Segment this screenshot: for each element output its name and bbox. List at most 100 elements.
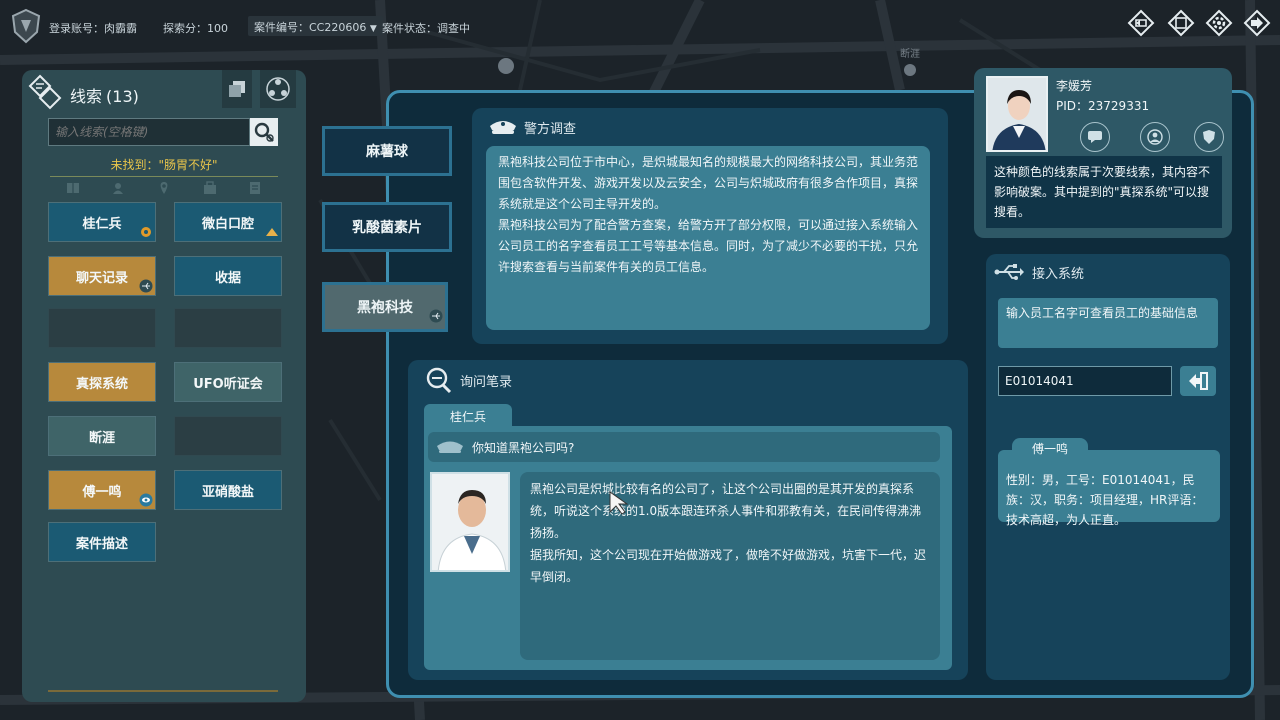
clue-slot-empty xyxy=(174,308,282,348)
access-description: 输入员工名字可查看员工的基础信息 xyxy=(998,298,1218,348)
status-label: 案件状态： xyxy=(382,22,437,35)
answer-paragraph-1: 黑袍公司是炽城比较有名的公司了，让这个公司出圈的是其开发的真探系统，听说这个系统… xyxy=(530,482,922,540)
panel-divider xyxy=(48,690,278,692)
person-tab[interactable]: 桂仁兵 xyxy=(424,404,512,428)
police-badge-logo-icon xyxy=(11,8,41,44)
tab-mashuqiu[interactable]: 麻薯球 xyxy=(322,126,452,176)
tab-heipao[interactable]: 黑袍科技 xyxy=(322,282,448,332)
search-icon xyxy=(254,122,274,142)
clue-item[interactable]: 傅一鸣 xyxy=(48,470,156,510)
chat-button[interactable] xyxy=(1080,122,1110,152)
police-paragraph-2: 黑袍科技公司为了配合警方查案，给警方开了部分权限，可以通过接入系统输入公司员工的… xyxy=(498,218,919,274)
document-icon[interactable] xyxy=(248,181,262,195)
window-icon xyxy=(1167,9,1195,37)
tab-label: 麻薯球 xyxy=(366,144,408,160)
case-status: 案件状态：调查中 xyxy=(382,20,470,36)
back-button[interactable] xyxy=(1126,8,1156,38)
clue-item[interactable]: 桂仁兵 xyxy=(48,202,156,242)
clue-item[interactable]: 断涯 xyxy=(48,416,156,456)
clues-panel: 线索(13) 未找到："肠胃不好" 桂仁兵 微白口腔聊天记录 收据真探系统 UFO听证… xyxy=(22,70,306,702)
character-card: 李媛芳 PID：23729331 这种颜色的线索属于次要线索，其内容不影响破案。… xyxy=(974,68,1232,238)
police-cap-icon xyxy=(428,437,472,457)
network-button[interactable] xyxy=(260,70,296,108)
badge-icon xyxy=(1203,130,1215,144)
employee-result-details: 性别：男，工号：E01014041，民族：汉，职务：项目经理，HR评语：技术高超… xyxy=(1006,473,1204,527)
clue-label: 收据 xyxy=(214,270,241,286)
account-info: 登录账号：肉霸霸 xyxy=(49,20,137,36)
clue-search-input[interactable] xyxy=(48,118,250,146)
police-cap-icon xyxy=(490,121,516,134)
clues-icon xyxy=(28,74,62,110)
clue-filter-row xyxy=(50,176,278,198)
question-text: 你知道黑袍公司吗? xyxy=(472,440,575,455)
character-note: 这种颜色的线索属于次要线索，其内容不影响破案。其中提到的"真探系统"可以搜搜看。 xyxy=(986,156,1222,228)
answer-paragraph-2: 据我所知，这个公司现在开始做游戏了，做啥不好做游戏，坑害下一代，迟早倒闭。 xyxy=(530,548,927,584)
clue-label: 聊天记录 xyxy=(75,270,128,286)
character-avatar xyxy=(986,76,1048,152)
clues-title-text: 线索 xyxy=(70,87,103,106)
police-paragraph-1: 黑袍科技公司位于市中心，是炽城最知名的规模最大的网络科技公司，其业务范围包含软件… xyxy=(498,155,919,211)
access-system-panel: 接入系统 输入员工名字可查看员工的基础信息 性别：男，工号：E01014041，… xyxy=(986,254,1230,680)
location-icon[interactable] xyxy=(157,181,171,195)
employee-result-text: 性别：男，工号：E01014041，民族：汉，职务：项目经理，HR评语：技术高超… xyxy=(998,450,1220,527)
settings-button[interactable] xyxy=(1204,8,1234,38)
clue-label: 微白口腔 xyxy=(201,216,254,232)
clues-count: (13) xyxy=(106,87,139,106)
case-selector[interactable]: 案件编号：CC220606 ▼ xyxy=(248,16,383,36)
back-icon xyxy=(1127,9,1155,37)
clue-item[interactable]: 案件描述 xyxy=(48,522,156,562)
case-label: 案件编号： xyxy=(254,21,309,34)
inquiry-record-panel: 询问笔录 桂仁兵 你知道黑袍公司吗? 黑袍公司是炽城比较有名的公司了，让这个公司… xyxy=(408,360,968,680)
clue-item[interactable]: 真探系统 xyxy=(48,362,156,402)
window-button[interactable] xyxy=(1166,8,1196,38)
profile-button[interactable] xyxy=(1140,122,1170,152)
clue-item[interactable]: 聊天记录 xyxy=(48,256,156,296)
question-bubble: 你知道黑袍公司吗? xyxy=(428,432,940,462)
account-value: 肉霸霸 xyxy=(104,22,137,35)
exit-button[interactable] xyxy=(1242,8,1272,38)
access-header: 接入系统 xyxy=(994,262,1084,282)
doctor-avatar xyxy=(430,472,510,572)
account-label: 登录账号： xyxy=(49,22,104,35)
eye-icon xyxy=(139,493,153,507)
clue-item[interactable]: 亚硝酸盐 xyxy=(174,470,282,510)
clue-label: 桂仁兵 xyxy=(82,216,122,232)
clue-item[interactable]: 微白口腔 xyxy=(174,202,282,242)
clue-item[interactable]: UFO听证会 xyxy=(174,362,282,402)
usb-icon xyxy=(139,279,153,293)
login-arrow-icon xyxy=(1189,372,1208,390)
top-bar: 登录账号：肉霸霸 探索分：100 案件编号：CC220606 ▼ 案件状态：调查… xyxy=(0,0,1280,52)
copy-button[interactable] xyxy=(222,70,252,108)
clue-label: 亚硝酸盐 xyxy=(201,484,254,500)
person-icon[interactable] xyxy=(111,181,125,195)
clue-label: 傅一鸣 xyxy=(82,484,122,500)
magnifier-chat-icon xyxy=(426,367,452,394)
clue-label: 真探系统 xyxy=(75,376,128,392)
clues-title: 线索 (13) xyxy=(70,83,139,107)
clue-slot-empty xyxy=(174,416,282,456)
not-found-message: 未找到："肠胃不好" xyxy=(110,158,218,172)
employee-id-input[interactable] xyxy=(998,366,1172,396)
score-label: 探索分： xyxy=(163,22,207,35)
clue-item[interactable]: 收据 xyxy=(174,256,282,296)
exit-icon xyxy=(1243,9,1271,37)
police-title: 警方调查 xyxy=(524,121,577,137)
access-submit-button[interactable] xyxy=(1180,366,1216,396)
access-title: 接入系统 xyxy=(1032,266,1085,282)
status-value: 调查中 xyxy=(437,22,470,35)
clue-label: 断涯 xyxy=(88,430,115,446)
inquiry-title: 询问笔录 xyxy=(460,374,513,390)
book-icon[interactable] xyxy=(66,181,80,195)
dialog-area: 你知道黑袍公司吗? 黑袍公司是炽城比较有名的公司了，让这个公司出圈的是其开发的真… xyxy=(424,426,952,670)
chat-icon xyxy=(1088,131,1102,143)
tab-rusuanjun[interactable]: 乳酸菌素片 xyxy=(322,202,452,252)
warning-icon xyxy=(265,225,279,239)
police-text: 黑袍科技公司位于市中心，是炽城最知名的规模最大的网络科技公司，其业务范围包含软件… xyxy=(486,146,930,330)
search-button[interactable] xyxy=(250,118,278,146)
character-pid: PID：23729331 xyxy=(1056,99,1150,113)
tab-label: 黑袍科技 xyxy=(357,300,413,316)
case-icon[interactable] xyxy=(203,180,217,195)
chevron-down-icon: ▼ xyxy=(369,24,377,34)
usb-icon xyxy=(994,264,1024,280)
badge-button[interactable] xyxy=(1194,122,1224,152)
